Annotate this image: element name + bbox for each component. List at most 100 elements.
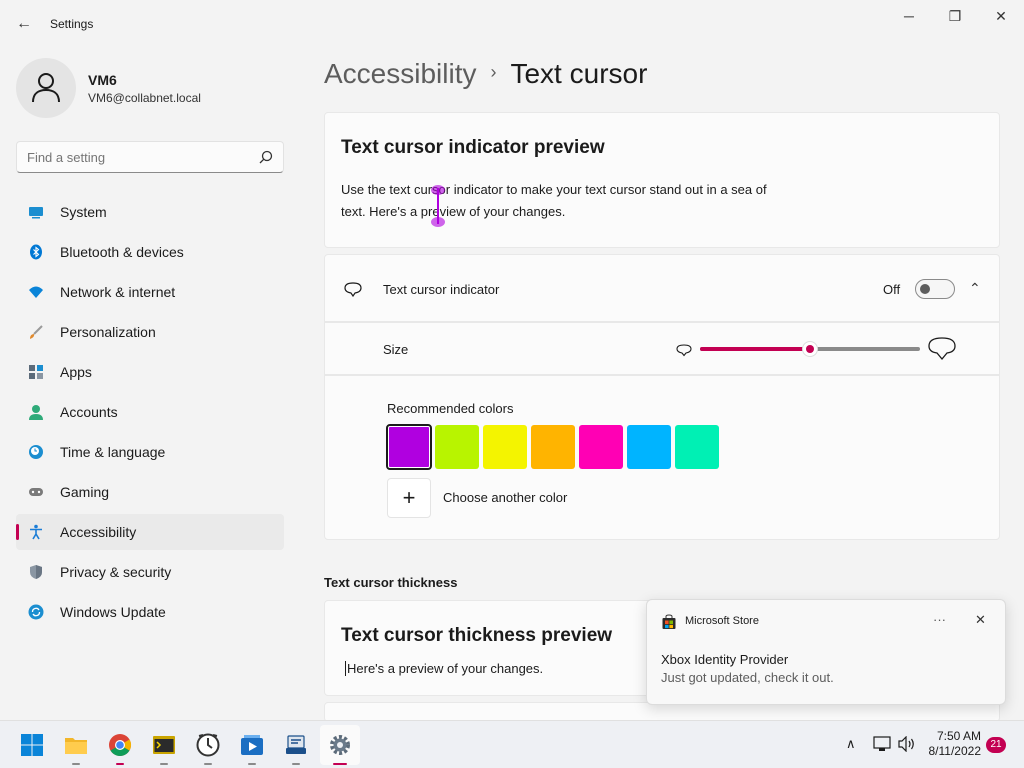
- color-swatch[interactable]: [675, 425, 719, 469]
- running-indicator: [72, 763, 80, 765]
- taskbar-settings[interactable]: [320, 725, 360, 765]
- taskbar-media-player[interactable]: [232, 725, 272, 765]
- title-bar: ← Settings ─ ❐ ✕: [0, 0, 1024, 48]
- color-swatch[interactable]: [435, 425, 479, 469]
- accessibility-icon: [30, 524, 42, 540]
- sidebar-item-label: Bluetooth & devices: [60, 244, 184, 260]
- search-icon: [259, 150, 273, 164]
- bluetooth-icon: [30, 244, 42, 260]
- user-profile[interactable]: VM6 VM6@collabnet.local: [16, 58, 296, 118]
- taskbar-chrome[interactable]: [100, 725, 140, 765]
- person-icon: [29, 405, 43, 420]
- apps-icon: [29, 365, 43, 379]
- thickness-preview-text: Here's a preview of your changes.: [345, 661, 544, 676]
- sidebar-item-time-language[interactable]: Time & language: [16, 434, 284, 470]
- taskbar-file-explorer[interactable]: [56, 725, 96, 765]
- sidebar-item-label: Personalization: [60, 324, 156, 340]
- more-options-icon[interactable]: ···: [933, 612, 946, 627]
- sidebar-item-label: Time & language: [60, 444, 166, 460]
- start-icon: [21, 734, 43, 756]
- breadcrumb-parent[interactable]: Accessibility: [324, 58, 476, 89]
- microsoft-store-icon: [662, 614, 676, 629]
- sidebar-item-personalization[interactable]: Personalization: [16, 314, 284, 350]
- running-indicator: [116, 763, 124, 765]
- color-swatch[interactable]: [627, 425, 671, 469]
- indicator-label: Text cursor indicator: [383, 282, 500, 297]
- color-swatch[interactable]: [531, 425, 575, 469]
- running-indicator: [160, 763, 168, 765]
- close-button[interactable]: ✕: [978, 4, 1024, 28]
- slider-thumb[interactable]: [802, 341, 818, 357]
- sidebar-item-label: Gaming: [60, 484, 110, 500]
- sidebar-item-label: Apps: [60, 364, 92, 380]
- media-player-icon: [241, 735, 263, 755]
- notification-toast[interactable]: Microsoft Store ··· ✕ Xbox Identity Prov…: [646, 599, 1006, 705]
- toggle-knob: [920, 284, 930, 294]
- chevron-up-icon[interactable]: ∧: [846, 736, 856, 752]
- sidebar-item-apps[interactable]: Apps: [16, 354, 284, 390]
- toast-close-icon[interactable]: ✕: [975, 612, 986, 628]
- chevron-up-icon[interactable]: ⌃: [969, 280, 981, 297]
- network-app-icon: [286, 735, 306, 754]
- indicator-toggle[interactable]: [915, 279, 955, 299]
- sidebar-item-label: Accounts: [60, 404, 118, 420]
- toast-body: Just got updated, check it out.: [661, 670, 834, 685]
- taskbar-terminal[interactable]: [144, 725, 184, 765]
- recommended-colors-label: Recommended colors: [387, 401, 514, 416]
- search-input[interactable]: [27, 150, 247, 165]
- sidebar-item-network[interactable]: Network & internet: [16, 274, 284, 310]
- add-color-button[interactable]: +: [387, 478, 431, 518]
- color-swatch[interactable]: [579, 425, 623, 469]
- toast-app-name: Microsoft Store: [685, 615, 759, 627]
- recommended-colors-section: Recommended colors + Choose another colo…: [324, 375, 1000, 540]
- sidebar-item-gaming[interactable]: Gaming: [16, 474, 284, 510]
- size-slider[interactable]: [700, 341, 920, 357]
- user-name: VM6: [88, 72, 117, 88]
- running-indicator: [248, 763, 256, 765]
- sidebar-item-accessibility[interactable]: Accessibility: [16, 514, 284, 550]
- chevron-right-icon: ›: [490, 62, 497, 82]
- taskbar-clock-app[interactable]: [188, 725, 228, 765]
- system-icon: [29, 207, 43, 219]
- thickness-section-title: Text cursor thickness: [324, 575, 458, 590]
- app-title: Settings: [50, 17, 94, 31]
- sidebar-nav: System Bluetooth & devices Network & int…: [16, 194, 284, 634]
- taskbar-network-app[interactable]: [276, 725, 316, 765]
- color-swatch[interactable]: [483, 425, 527, 469]
- sidebar-item-label: System: [60, 204, 107, 220]
- page-title: Text cursor: [510, 58, 648, 89]
- sidebar-item-windows-update[interactable]: Windows Update: [16, 594, 284, 630]
- sidebar-item-accounts[interactable]: Accounts: [16, 394, 284, 430]
- sidebar-item-bluetooth[interactable]: Bluetooth & devices: [16, 234, 284, 270]
- back-button[interactable]: ←: [12, 12, 36, 36]
- cursor-indicator-icon: [344, 282, 362, 297]
- notification-badge[interactable]: 21: [986, 737, 1006, 753]
- network-icon[interactable]: [873, 736, 891, 752]
- small-indicator-icon: [676, 344, 692, 357]
- text-cursor-indicator-row[interactable]: Text cursor indicator Off ⌃: [324, 254, 1000, 322]
- toggle-state-text: Off: [883, 282, 901, 297]
- taskbar: ∧ 7:50 AM 8/11/2022 21: [0, 720, 1024, 768]
- minimize-button[interactable]: ─: [886, 4, 932, 28]
- color-swatch[interactable]: [386, 424, 432, 470]
- restore-button[interactable]: ❐: [932, 4, 978, 28]
- running-indicator: [292, 763, 300, 765]
- slider-fill: [700, 347, 810, 351]
- size-label: Size: [383, 342, 409, 357]
- sidebar-item-system[interactable]: System: [16, 194, 284, 230]
- clock-app-icon: [196, 733, 220, 757]
- volume-icon[interactable]: [898, 736, 916, 752]
- breadcrumb: Accessibility › Text cursor: [324, 58, 647, 98]
- next-setting-card: [324, 702, 1000, 722]
- system-clock[interactable]: 7:50 AM 8/11/2022: [926, 729, 982, 759]
- sidebar-item-label: Privacy & security: [60, 564, 172, 580]
- sidebar-item-privacy-security[interactable]: Privacy & security: [16, 554, 284, 590]
- clock-date: 8/11/2022: [928, 744, 982, 758]
- start-button[interactable]: [12, 725, 52, 765]
- running-indicator: [204, 763, 212, 765]
- shield-icon: [30, 565, 42, 579]
- choose-another-color-label[interactable]: Choose another color: [443, 490, 567, 505]
- sidebar-item-label: Windows Update: [60, 604, 166, 620]
- large-indicator-icon: [928, 337, 956, 361]
- search-box[interactable]: [16, 141, 284, 173]
